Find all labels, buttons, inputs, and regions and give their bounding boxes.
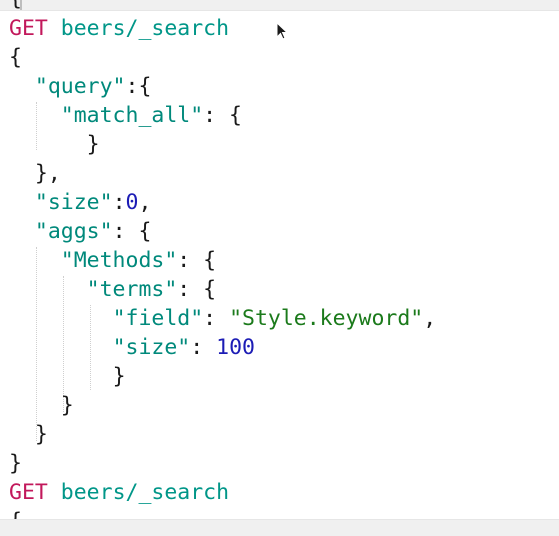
request-url: beers/_search [60, 16, 230, 41]
punctuation: : { [112, 219, 152, 244]
brace: } [9, 451, 22, 476]
json-key: "match_all" [60, 103, 204, 128]
json-number: 0 [125, 190, 139, 215]
code-line: "field": "Style.keyword", [112, 306, 437, 331]
json-key: "field" [112, 306, 204, 331]
code-line: } [9, 420, 436, 449]
punctuation: : { [177, 277, 217, 302]
code-line: "match_all": { [9, 101, 436, 130]
code-line: "aggs": { [9, 217, 436, 246]
json-key: "aggs" [34, 219, 113, 244]
code-line: "size": 100 [112, 335, 255, 360]
json-string: "Style.keyword" [229, 306, 424, 331]
brace: } [86, 132, 100, 157]
code-line: } [9, 362, 436, 391]
brace: { [9, 509, 22, 519]
editor-bottom-edge [0, 519, 559, 536]
request-line[interactable]: GET beers/_search [9, 14, 436, 43]
code-line: }, [9, 159, 436, 188]
json-key: "query" [34, 74, 126, 99]
brace: } [34, 422, 48, 447]
code-line: "Methods": { [9, 246, 436, 275]
code-line: { [9, 43, 436, 72]
http-method: GET [9, 16, 48, 41]
json-key: "size" [112, 335, 191, 360]
code-line: } [9, 391, 436, 420]
brace: } [112, 364, 126, 389]
console-editor[interactable]: { GET beers/_search { "query":{ "match_a… [0, 0, 559, 536]
code-line: "terms": { [9, 275, 436, 304]
scroll-marker [20, 0, 22, 10]
json-number: 100 [216, 335, 255, 360]
json-key: "terms" [86, 277, 178, 302]
punctuation: : { [177, 248, 217, 273]
punctuation: :{ [125, 74, 152, 99]
json-key: "size" [34, 190, 113, 215]
code-line: } [9, 130, 436, 159]
request-line[interactable]: GET beers/_search [9, 478, 436, 507]
code-line: "size":0, [34, 190, 152, 215]
brace: } [60, 393, 74, 418]
code-line: } [9, 449, 436, 478]
http-method: GET [9, 480, 48, 505]
code-line: "query":{ [9, 72, 436, 101]
code-area[interactable]: GET beers/_search { "query":{ "match_all… [9, 14, 436, 519]
json-key: "Methods" [60, 248, 178, 273]
brace: { [9, 45, 22, 70]
editor-top-edge: { [0, 0, 559, 11]
brace: }, [34, 161, 61, 186]
code-line: { [9, 507, 436, 519]
punctuation: : { [203, 103, 243, 128]
mouse-pointer-icon [276, 22, 289, 40]
request-url: beers/_search [60, 480, 230, 505]
